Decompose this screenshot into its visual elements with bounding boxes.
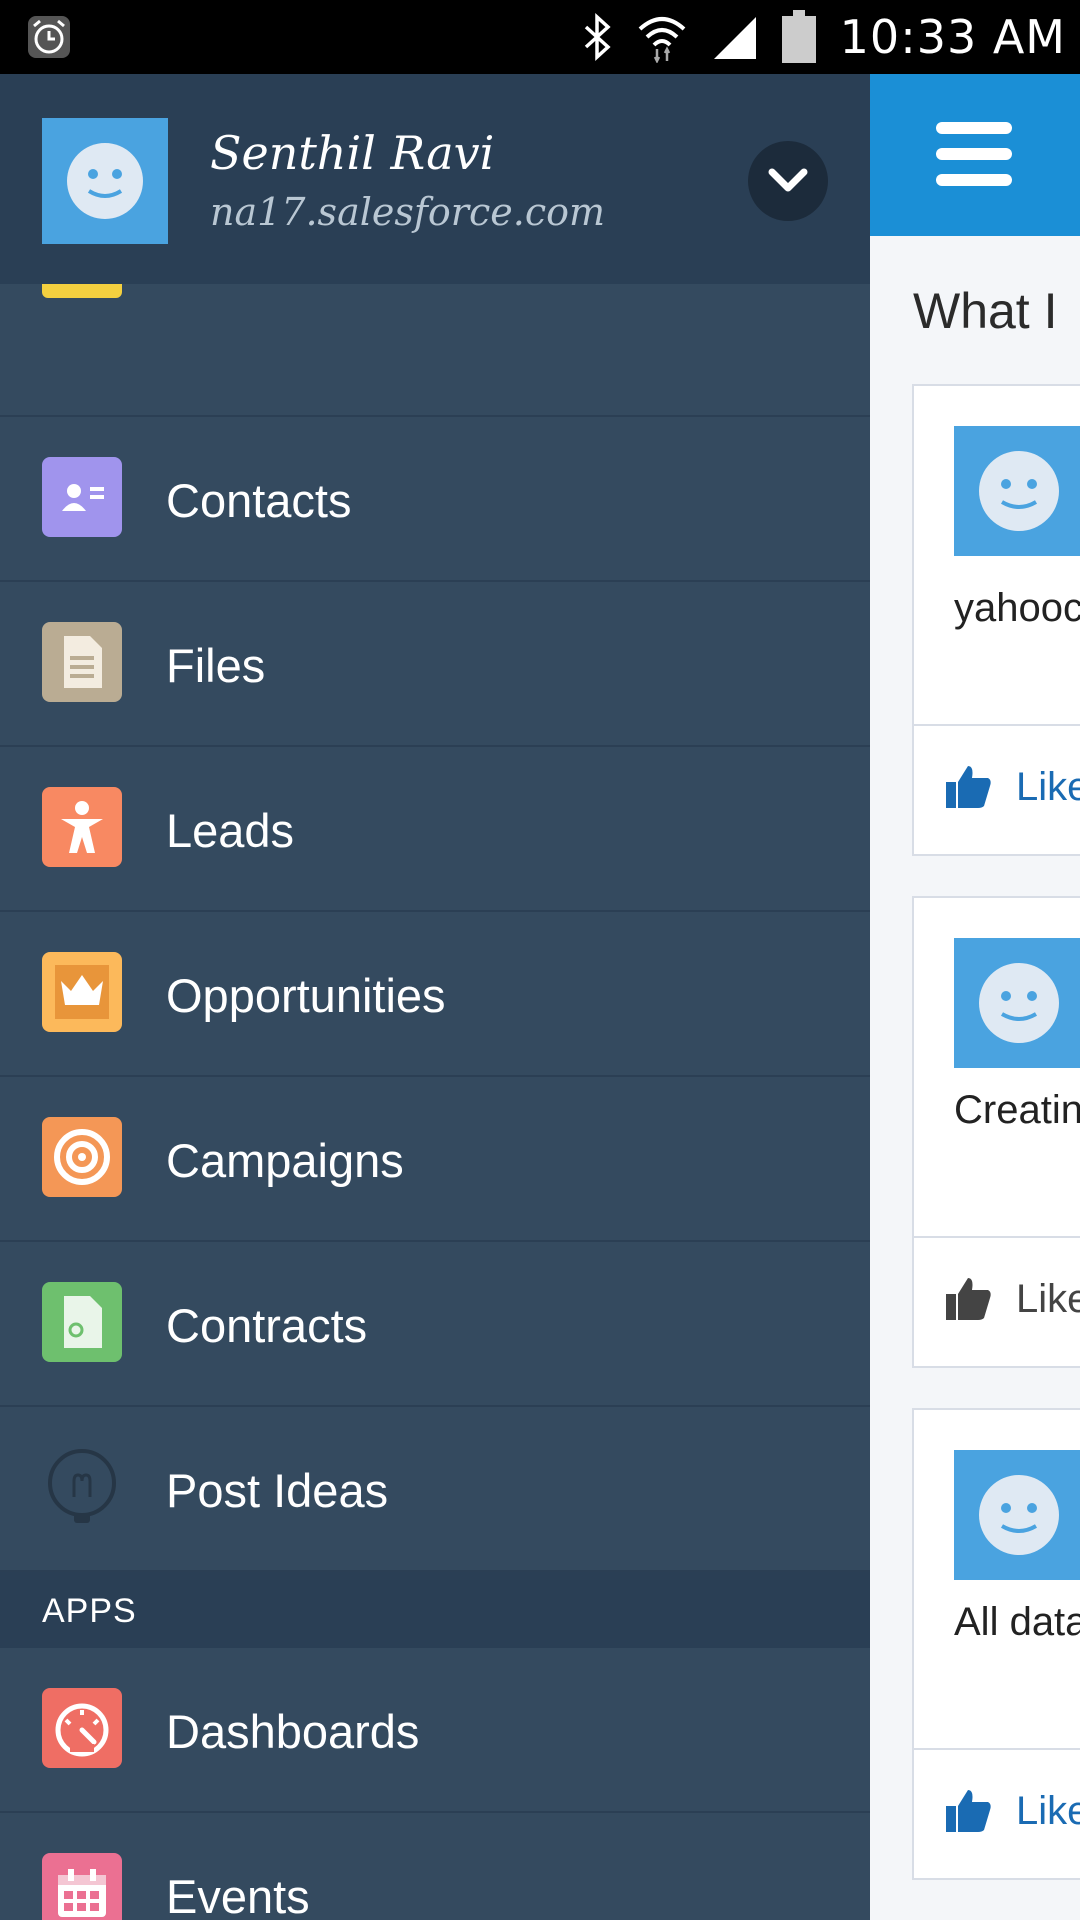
menu-item-label: Dashboards [166, 1705, 420, 1758]
smiley-icon [67, 143, 143, 219]
menu-item-label: Leads [166, 804, 295, 857]
contract-icon [42, 1282, 122, 1362]
menu-item-partial[interactable] [0, 284, 870, 417]
org-domain: na17.salesforce.com [210, 190, 606, 234]
app-header [870, 74, 1080, 236]
avatar[interactable] [954, 938, 1080, 1068]
menu-item-post-ideas[interactable]: Post Ideas [0, 1407, 870, 1572]
like-button[interactable]: Like [944, 764, 1080, 810]
menu-item-label: Campaigns [166, 1134, 404, 1187]
status-bar: 10:33 AM [0, 0, 1080, 74]
thumbs-up-icon [946, 1278, 991, 1320]
divider [914, 724, 1080, 726]
account-switcher-button[interactable] [748, 141, 828, 221]
menu-item-contacts[interactable]: Contacts [0, 417, 870, 582]
smiley-icon [979, 451, 1059, 531]
feed-post[interactable]: yahooc Like [912, 384, 1080, 856]
menu-item-leads[interactable]: Leads [0, 747, 870, 912]
menu-item-campaigns[interactable]: Campaigns [0, 1077, 870, 1242]
like-button[interactable]: Like [944, 1788, 1080, 1834]
menu-item-dashboards[interactable]: Dashboards [0, 1648, 870, 1813]
user-name: Senthil Ravi [210, 126, 495, 180]
dashboard-icon [42, 1688, 122, 1768]
lightbulb-icon [42, 1447, 122, 1527]
signal-icon [713, 17, 756, 59]
menu-item-contracts[interactable]: Contracts [0, 1242, 870, 1407]
menu-item-label: Contracts [166, 1299, 368, 1352]
crown-icon [42, 952, 122, 1032]
smiley-icon [979, 963, 1059, 1043]
menu-item-label: Post Ideas [166, 1464, 389, 1517]
menu-item-files[interactable]: Files [0, 582, 870, 747]
calendar-icon [42, 1853, 122, 1920]
feed-post[interactable]: All data Like [912, 1408, 1080, 1880]
wifi-icon [638, 17, 686, 63]
apps-section-header: APPS [0, 1572, 870, 1648]
divider [914, 1236, 1080, 1238]
smiley-icon [979, 1475, 1059, 1555]
menu-item-opportunities[interactable]: Opportunities [0, 912, 870, 1077]
feed-title: What I [913, 283, 1058, 339]
thumbs-up-icon [946, 766, 991, 808]
post-text: All data [954, 1600, 1080, 1644]
alarm-clock-icon [28, 16, 70, 58]
avatar[interactable] [954, 1450, 1080, 1580]
main-content: What I yahooc Like Creatin Like All data [870, 74, 1080, 1920]
menu-item-events[interactable]: Events [0, 1813, 870, 1920]
target-icon [42, 1117, 122, 1197]
menu-item-label: Opportunities [166, 969, 446, 1022]
hamburger-menu-icon[interactable] [936, 122, 1012, 186]
menu-item-label: Contacts [166, 474, 352, 527]
chevron-down-icon [768, 168, 808, 192]
menu-icon-partial [42, 284, 122, 298]
lead-icon [42, 787, 122, 867]
post-text: yahooc [954, 586, 1080, 630]
menu-item-label: Events [166, 1870, 310, 1920]
menu-item-label: Files [166, 639, 266, 692]
drawer-header: Senthil Ravi na17.salesforce.com [0, 74, 870, 284]
contacts-icon [42, 457, 122, 537]
navigation-drawer: Senthil Ravi na17.salesforce.com Contact… [0, 74, 870, 1920]
avatar[interactable] [954, 426, 1080, 556]
bluetooth-icon [584, 13, 611, 61]
file-icon [42, 622, 122, 702]
like-button[interactable]: Like [944, 1276, 1080, 1322]
clock: 10:33 AM [839, 10, 1066, 64]
post-text: Creatin [954, 1088, 1080, 1132]
drawer-menu: Contacts Files Leads Opportunities Campa [0, 284, 870, 1920]
thumbs-up-icon [946, 1790, 991, 1832]
feed-post[interactable]: Creatin Like [912, 896, 1080, 1368]
avatar[interactable] [42, 118, 168, 244]
divider [914, 1748, 1080, 1750]
battery-icon [781, 10, 816, 63]
